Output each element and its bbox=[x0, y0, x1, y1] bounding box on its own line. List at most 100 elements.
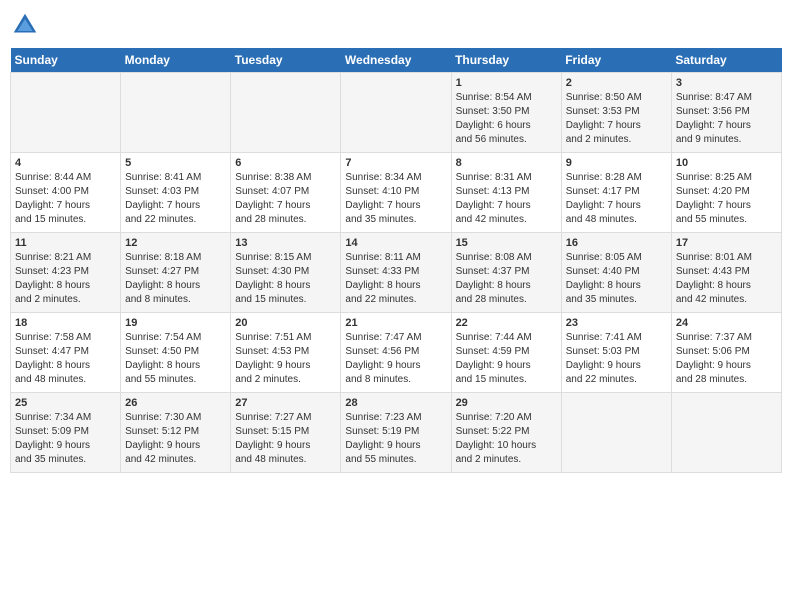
table-row: 21Sunrise: 7:47 AM Sunset: 4:56 PM Dayli… bbox=[341, 313, 451, 393]
day-info: Sunrise: 8:18 AM Sunset: 4:27 PM Dayligh… bbox=[125, 252, 201, 305]
day-number: 2 bbox=[566, 77, 667, 89]
day-info: Sunrise: 7:34 AM Sunset: 5:09 PM Dayligh… bbox=[15, 412, 91, 465]
table-row: 3 Sunrise: 8:47 AM Sunset: 3:56 PM Daylig… bbox=[671, 73, 781, 153]
day-info: Sunrise: 8:28 AM Sunset: 4:17 PM Dayligh… bbox=[566, 172, 642, 225]
page-header bbox=[10, 10, 782, 40]
day-info: Sunrise: 8:11 AM Sunset: 4:33 PM Dayligh… bbox=[345, 252, 420, 305]
day-info: Sunrise: 8:21 AM Sunset: 4:23 PM Dayligh… bbox=[15, 252, 91, 305]
day-info: Sunrise: 8:41 AM Sunset: 4:03 PM Dayligh… bbox=[125, 172, 201, 225]
day-number: 22 bbox=[456, 317, 557, 329]
day-info: Sunrise: 7:23 AM Sunset: 5:19 PM Dayligh… bbox=[345, 412, 421, 465]
day-number: 21 bbox=[345, 317, 446, 329]
day-number: 11 bbox=[15, 237, 116, 249]
day-number: 13 bbox=[235, 237, 336, 249]
day-info: Sunrise: 7:30 AM Sunset: 5:12 PM Dayligh… bbox=[125, 412, 201, 465]
day-number: 8 bbox=[456, 157, 557, 169]
table-row: 25 Sunrise: 7:34 AM Sunset: 5:09 PM Dayli… bbox=[11, 393, 121, 473]
day-number: 9 bbox=[566, 157, 667, 169]
day-number: 3 bbox=[676, 77, 777, 89]
day-info: Sunrise: 7:51 AM Sunset: 4:53 PM Dayligh… bbox=[235, 332, 311, 385]
day-number: 7 bbox=[345, 157, 446, 169]
header-friday: Friday bbox=[561, 48, 671, 73]
table-row: 8 Sunrise: 8:31 AM Sunset: 4:13 PM Daylig… bbox=[451, 153, 561, 233]
day-info: Sunrise: 7:41 AM Sunset: 5:03 PM Dayligh… bbox=[566, 332, 642, 385]
table-row: 10 Sunrise: 8:25 AM Sunset: 4:20 PM Dayli… bbox=[671, 153, 781, 233]
day-info: Sunrise: 8:54 AM Sunset: 3:50 PM Dayligh… bbox=[456, 92, 532, 145]
day-number: 5 bbox=[125, 157, 226, 169]
day-info: Sunrise: 8:50 AM Sunset: 3:53 PM Dayligh… bbox=[566, 92, 642, 145]
day-info: Sunrise: 8:25 AM Sunset: 4:20 PM Dayligh… bbox=[676, 172, 752, 225]
table-row: 9 Sunrise: 8:28 AM Sunset: 4:17 PM Daylig… bbox=[561, 153, 671, 233]
table-row: 16Sunrise: 8:05 AM Sunset: 4:40 PM Dayli… bbox=[561, 233, 671, 313]
table-row: 19 Sunrise: 7:54 AM Sunset: 4:50 PM Dayli… bbox=[121, 313, 231, 393]
day-info: Sunrise: 7:54 AM Sunset: 4:50 PM Dayligh… bbox=[125, 332, 201, 385]
table-row: 15 Sunrise: 8:08 AM Sunset: 4:37 PM Dayli… bbox=[451, 233, 561, 313]
table-row: 5 Sunrise: 8:41 AM Sunset: 4:03 PM Daylig… bbox=[121, 153, 231, 233]
day-number: 12 bbox=[125, 237, 226, 249]
day-info: Sunrise: 7:27 AM Sunset: 5:15 PM Dayligh… bbox=[235, 412, 311, 465]
day-number: 27 bbox=[235, 397, 336, 409]
day-number: 15 bbox=[456, 237, 557, 249]
table-row: 27 Sunrise: 7:27 AM Sunset: 5:15 PM Dayli… bbox=[231, 393, 341, 473]
day-info: Sunrise: 8:08 AM Sunset: 4:37 PM Dayligh… bbox=[456, 252, 532, 305]
table-row bbox=[341, 73, 451, 153]
day-info: Sunrise: 7:58 AM Sunset: 4:47 PM Dayligh… bbox=[15, 332, 91, 385]
header-wednesday: Wednesday bbox=[341, 48, 451, 73]
day-info: Sunrise: 8:47 AM Sunset: 3:56 PM Dayligh… bbox=[676, 92, 752, 145]
week-row-4: 18 Sunrise: 7:58 AM Sunset: 4:47 PM Dayli… bbox=[11, 313, 782, 393]
table-row: 17 Sunrise: 8:01 AM Sunset: 4:43 PM Dayli… bbox=[671, 233, 781, 313]
table-row: 13 Sunrise: 8:15 AM Sunset: 4:30 PM Dayli… bbox=[231, 233, 341, 313]
day-number: 28 bbox=[345, 397, 446, 409]
header-tuesday: Tuesday bbox=[231, 48, 341, 73]
day-number: 14 bbox=[345, 237, 446, 249]
table-row: 29 Sunrise: 7:20 AM Sunset: 5:22 PM Dayli… bbox=[451, 393, 561, 473]
day-number: 6 bbox=[235, 157, 336, 169]
table-row bbox=[121, 73, 231, 153]
day-info: Sunrise: 8:44 AM Sunset: 4:00 PM Dayligh… bbox=[15, 172, 91, 225]
day-number: 1 bbox=[456, 77, 557, 89]
day-number: 10 bbox=[676, 157, 777, 169]
table-row: 18 Sunrise: 7:58 AM Sunset: 4:47 PM Dayli… bbox=[11, 313, 121, 393]
day-info: Sunrise: 8:34 AM Sunset: 4:10 PM Dayligh… bbox=[345, 172, 421, 225]
header-monday: Monday bbox=[121, 48, 231, 73]
table-row: 24Sunrise: 7:37 AM Sunset: 5:06 PM Dayli… bbox=[671, 313, 781, 393]
week-row-5: 25 Sunrise: 7:34 AM Sunset: 5:09 PM Dayli… bbox=[11, 393, 782, 473]
table-row: 23 Sunrise: 7:41 AM Sunset: 5:03 PM Dayli… bbox=[561, 313, 671, 393]
table-row: 1 Sunrise: 8:54 AM Sunset: 3:50 PM Daylig… bbox=[451, 73, 561, 153]
table-row: 14 Sunrise: 8:11 AM Sunset: 4:33 PM Dayli… bbox=[341, 233, 451, 313]
header-thursday: Thursday bbox=[451, 48, 561, 73]
table-row: 2 Sunrise: 8:50 AM Sunset: 3:53 PM Daylig… bbox=[561, 73, 671, 153]
day-number: 18 bbox=[15, 317, 116, 329]
table-row: 22 Sunrise: 7:44 AM Sunset: 4:59 PM Dayli… bbox=[451, 313, 561, 393]
day-number: 20 bbox=[235, 317, 336, 329]
logo-icon bbox=[10, 10, 40, 40]
table-row: 26 Sunrise: 7:30 AM Sunset: 5:12 PM Dayli… bbox=[121, 393, 231, 473]
table-row: 11 Sunrise: 8:21 AM Sunset: 4:23 PM Dayli… bbox=[11, 233, 121, 313]
day-number: 19 bbox=[125, 317, 226, 329]
table-row bbox=[231, 73, 341, 153]
day-info: Sunrise: 8:31 AM Sunset: 4:13 PM Dayligh… bbox=[456, 172, 532, 225]
table-row bbox=[561, 393, 671, 473]
day-number: 4 bbox=[15, 157, 116, 169]
day-number: 23 bbox=[566, 317, 667, 329]
table-row: 7 Sunrise: 8:34 AM Sunset: 4:10 PM Daylig… bbox=[341, 153, 451, 233]
logo bbox=[10, 10, 44, 40]
day-info: Sunrise: 7:44 AM Sunset: 4:59 PM Dayligh… bbox=[456, 332, 532, 385]
weekday-header-row: SundayMondayTuesdayWednesdayThursdayFrid… bbox=[11, 48, 782, 73]
day-info: Sunrise: 8:15 AM Sunset: 4:30 PM Dayligh… bbox=[235, 252, 311, 305]
table-row: 12 Sunrise: 8:18 AM Sunset: 4:27 PM Dayli… bbox=[121, 233, 231, 313]
day-number: 25 bbox=[15, 397, 116, 409]
day-info: Sunrise: 8:01 AM Sunset: 4:43 PM Dayligh… bbox=[676, 252, 752, 305]
day-number: 17 bbox=[676, 237, 777, 249]
day-number: 29 bbox=[456, 397, 557, 409]
day-info: Sunrise: 8:05 AM Sunset: 4:40 PM Dayligh… bbox=[566, 252, 642, 305]
day-number: 26 bbox=[125, 397, 226, 409]
header-saturday: Saturday bbox=[671, 48, 781, 73]
table-row: 6Sunrise: 8:38 AM Sunset: 4:07 PM Daylig… bbox=[231, 153, 341, 233]
day-info: Sunrise: 7:20 AM Sunset: 5:22 PM Dayligh… bbox=[456, 412, 537, 465]
week-row-3: 11 Sunrise: 8:21 AM Sunset: 4:23 PM Dayli… bbox=[11, 233, 782, 313]
table-row: 4 Sunrise: 8:44 AM Sunset: 4:00 PM Daylig… bbox=[11, 153, 121, 233]
calendar-table: SundayMondayTuesdayWednesdayThursdayFrid… bbox=[10, 48, 782, 473]
day-info: Sunrise: 7:37 AM Sunset: 5:06 PM Dayligh… bbox=[676, 332, 752, 385]
week-row-2: 4 Sunrise: 8:44 AM Sunset: 4:00 PM Daylig… bbox=[11, 153, 782, 233]
